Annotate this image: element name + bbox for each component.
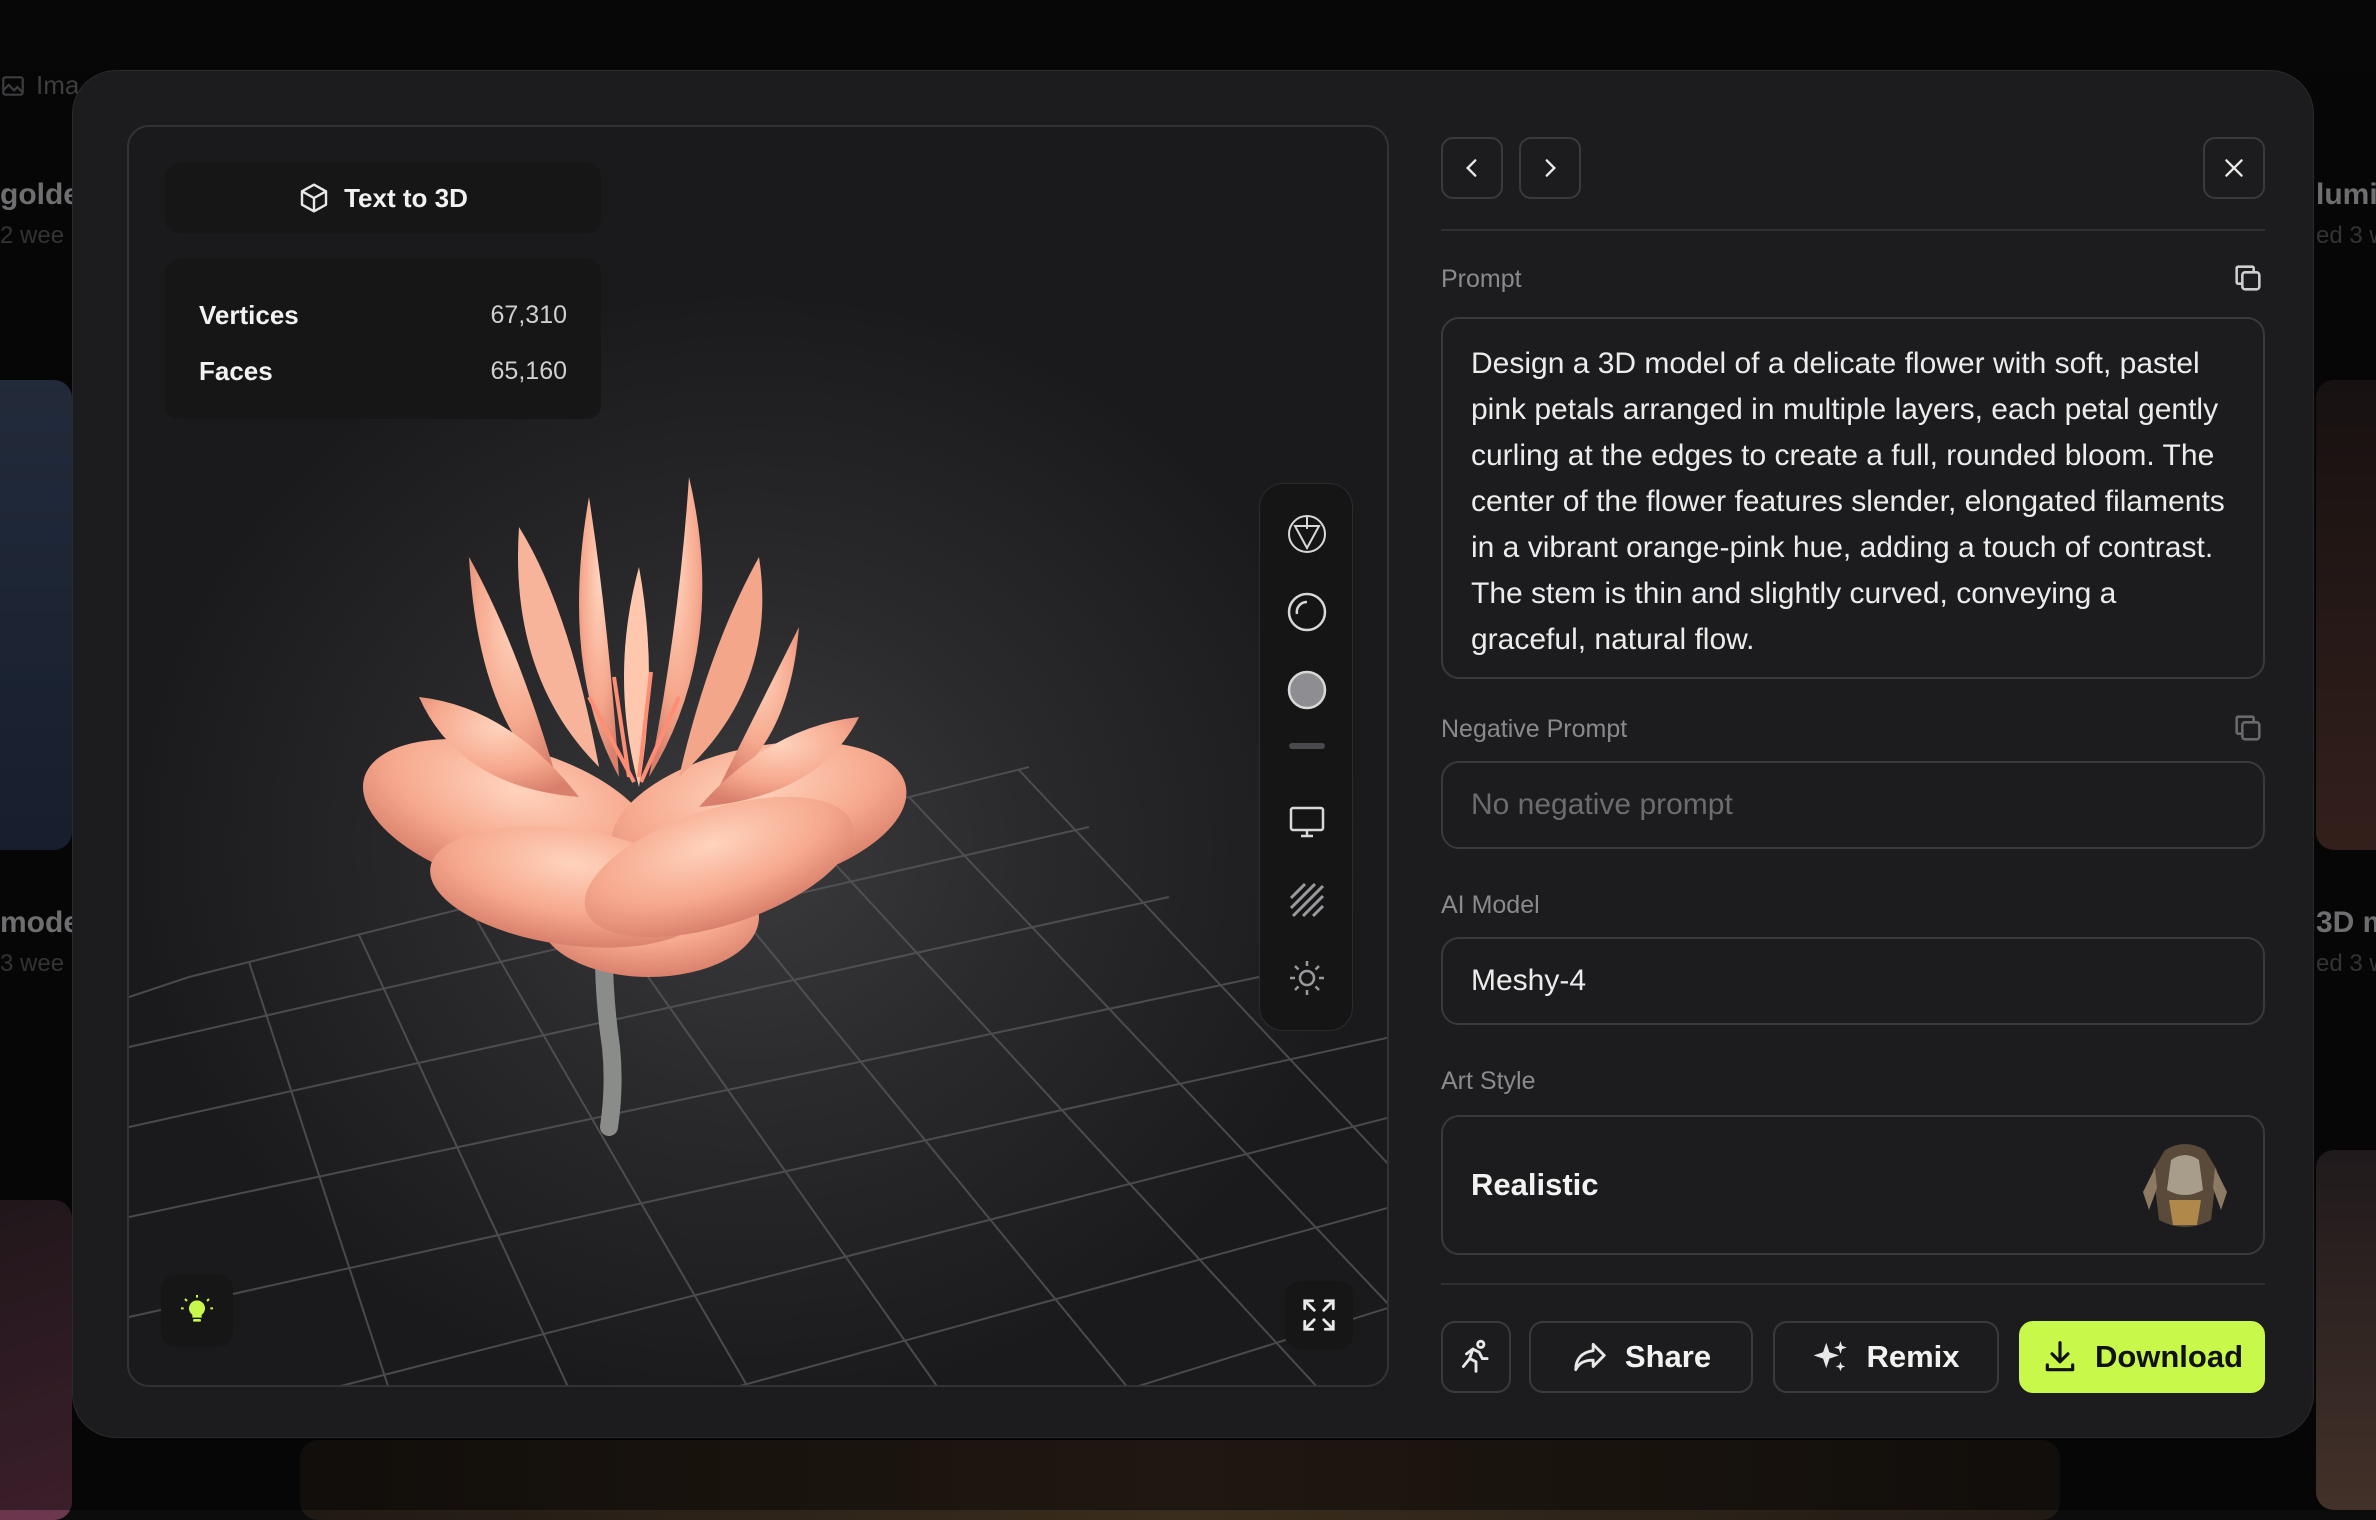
art-style-field[interactable]: Realistic [1441, 1115, 2265, 1255]
texture-mode-button[interactable] [1287, 880, 1327, 920]
chevron-left-icon [1459, 155, 1485, 181]
hatch-icon [1287, 880, 1327, 920]
running-figure-icon [1457, 1338, 1495, 1376]
sun-icon [1287, 958, 1327, 998]
toolbar-separator [1287, 736, 1327, 756]
ai-model-label: AI Model [1441, 891, 1540, 920]
cube-icon [298, 182, 330, 214]
download-label: Download [2095, 1339, 2243, 1375]
monitor-icon [1287, 802, 1327, 842]
mesh-stats: Vertices 67,310 Faces 65,160 [165, 259, 601, 419]
lighting-button[interactable] [1287, 958, 1327, 998]
chevron-right-icon [1537, 155, 1563, 181]
flower-model [359, 447, 919, 1347]
stat-value: 65,160 [491, 357, 567, 386]
mode-label: Text to 3D [344, 183, 468, 214]
details-panel: Prompt Design a 3D model of a delicate f… [1441, 125, 2265, 1387]
expand-icon [1300, 1296, 1338, 1334]
header-divider [1441, 229, 2265, 231]
stat-label: Faces [199, 356, 273, 387]
solid-sphere-icon [1287, 670, 1327, 710]
stat-row-vertices: Vertices 67,310 [199, 287, 567, 343]
download-button[interactable]: Download [2019, 1321, 2265, 1393]
art-style-value: Realistic [1471, 1167, 1599, 1203]
stat-label: Vertices [199, 300, 299, 331]
fullscreen-button[interactable] [1285, 1281, 1353, 1349]
negative-prompt-field[interactable]: No negative prompt [1441, 761, 2265, 849]
stat-value: 67,310 [491, 301, 567, 330]
ai-model-field[interactable]: Meshy-4 [1441, 937, 2265, 1025]
stat-row-faces: Faces 65,160 [199, 343, 567, 399]
copy-icon[interactable] [2231, 711, 2265, 745]
mode-badge: Text to 3D [165, 163, 601, 233]
outline-mode-button[interactable] [1287, 592, 1327, 632]
prompt-label: Prompt [1441, 265, 1522, 294]
environment-light-button[interactable] [161, 1275, 233, 1347]
outline-sphere-icon [1287, 592, 1327, 632]
separator-icon [1287, 741, 1327, 751]
share-label: Share [1625, 1339, 1711, 1375]
wireframe-mode-button[interactable] [1287, 514, 1327, 554]
armor-thumbnail [2135, 1130, 2235, 1240]
close-button[interactable] [2203, 137, 2265, 199]
share-button[interactable]: Share [1529, 1321, 1753, 1393]
solid-mode-button[interactable] [1287, 670, 1327, 710]
sparkles-icon [1812, 1338, 1850, 1376]
previous-button[interactable] [1441, 137, 1503, 199]
wireframe-sphere-icon [1287, 514, 1327, 554]
actions-divider [1441, 1283, 2265, 1285]
bulb-icon [181, 1295, 213, 1327]
display-mode-button[interactable] [1287, 802, 1327, 842]
prompt-text[interactable]: Design a 3D model of a delicate flower w… [1441, 317, 2265, 679]
model-detail-modal: Text to 3D Vertices 67,310 Faces 65,160 [72, 70, 2314, 1438]
render-mode-toolbar [1259, 483, 1353, 1031]
copy-icon[interactable] [2231, 261, 2265, 295]
animate-button[interactable] [1441, 1321, 1511, 1393]
art-style-label: Art Style [1441, 1067, 1535, 1096]
close-icon [2221, 155, 2247, 181]
next-button[interactable] [1519, 137, 1581, 199]
negative-prompt-label: Negative Prompt [1441, 715, 1627, 744]
remix-button[interactable]: Remix [1773, 1321, 1999, 1393]
share-icon [1571, 1338, 1609, 1376]
remix-label: Remix [1866, 1339, 1959, 1375]
model-viewer[interactable]: Text to 3D Vertices 67,310 Faces 65,160 [127, 125, 1389, 1387]
download-icon [2041, 1338, 2079, 1376]
